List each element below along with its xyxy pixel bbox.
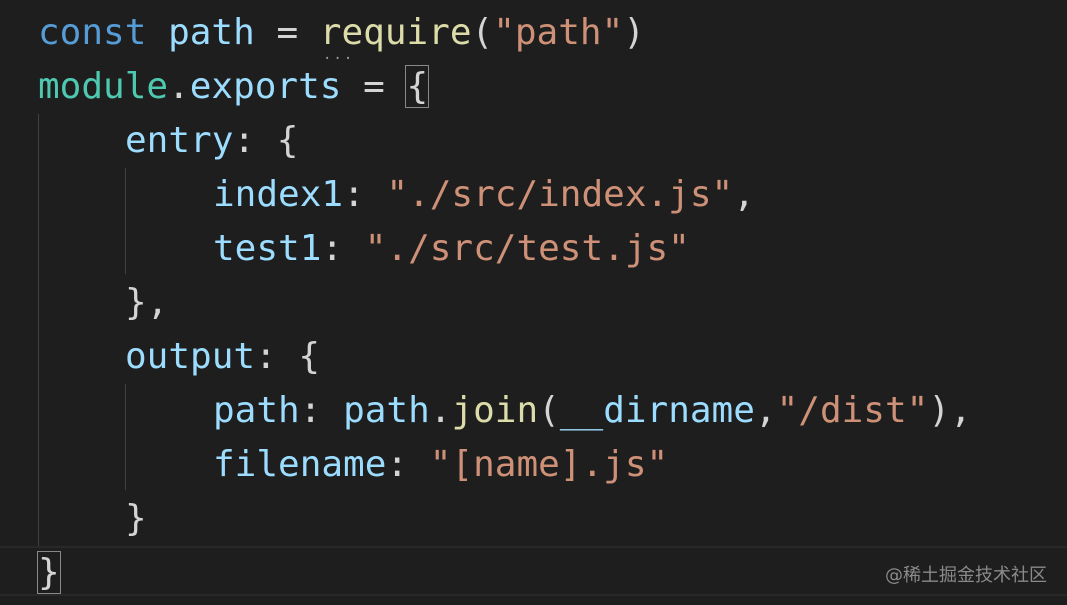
- key-test1: test1: [213, 228, 322, 269]
- indent-guide-outer: [38, 114, 39, 546]
- key-filename: filename: [213, 444, 387, 485]
- paren-open: (: [471, 12, 494, 53]
- code-line-7[interactable]: output: {: [125, 330, 320, 384]
- property-exports: exports: [189, 66, 342, 107]
- colon: :: [343, 174, 387, 215]
- key-index1: index1: [213, 174, 344, 215]
- brace-open: {: [298, 336, 321, 377]
- dot: .: [429, 390, 452, 431]
- brace-open-matched: {: [405, 65, 430, 108]
- watermark-text: @稀土掘金技术社区: [885, 565, 1047, 586]
- indent-guide-output: [125, 384, 126, 490]
- object-path: path: [343, 390, 430, 431]
- colon: :: [255, 336, 299, 377]
- code-line-3[interactable]: entry: {: [125, 114, 298, 168]
- dot: .: [168, 66, 190, 107]
- comma: ,: [733, 174, 755, 215]
- string-path: "path": [493, 12, 624, 53]
- code-line-4[interactable]: index1: "./src/index.js",: [213, 168, 755, 222]
- brace-close: }: [125, 498, 147, 539]
- function-require: require: [319, 12, 472, 53]
- paren-close: ): [623, 12, 645, 53]
- brace-close-comma: },: [125, 282, 169, 323]
- string-index-path: "./src/index.js": [386, 174, 734, 215]
- key-path: path: [213, 390, 300, 431]
- code-editor[interactable]: const path = require("path") ··· module.…: [0, 0, 1067, 605]
- paren-open: (: [538, 390, 560, 431]
- variable-dirname: __dirname: [559, 390, 755, 431]
- operator-assign: =: [254, 12, 320, 53]
- paren-close-comma: ),: [928, 390, 972, 431]
- indent-guide-entry: [125, 168, 126, 274]
- code-line-5[interactable]: test1: "./src/test.js": [213, 222, 690, 276]
- object-module: module: [38, 66, 169, 107]
- code-line-6[interactable]: },: [125, 276, 168, 330]
- code-line-2[interactable]: module.exports = {: [38, 60, 430, 114]
- key-output: output: [125, 336, 256, 377]
- keyword-const: const: [38, 12, 147, 53]
- colon: :: [233, 120, 277, 161]
- brace-open: {: [276, 120, 299, 161]
- code-line-9[interactable]: filename: "[name].js": [213, 438, 668, 492]
- operator-assign: =: [341, 66, 407, 107]
- colon: :: [299, 390, 344, 431]
- string-dist: "/dist": [776, 390, 929, 431]
- brace-close-matched: }: [37, 551, 61, 594]
- function-join: join: [451, 390, 539, 431]
- string-test-path: "./src/test.js": [364, 228, 690, 269]
- variable-path: path: [168, 12, 255, 53]
- comma: ,: [754, 390, 777, 431]
- code-line-11[interactable]: }: [37, 546, 61, 600]
- colon: :: [321, 228, 365, 269]
- code-line-10[interactable]: }: [125, 492, 147, 546]
- colon: :: [386, 444, 430, 485]
- string-filename: "[name].js": [429, 444, 669, 485]
- code-line-8[interactable]: path: path.join(__dirname,"/dist"),: [213, 384, 972, 438]
- key-entry: entry: [125, 120, 234, 161]
